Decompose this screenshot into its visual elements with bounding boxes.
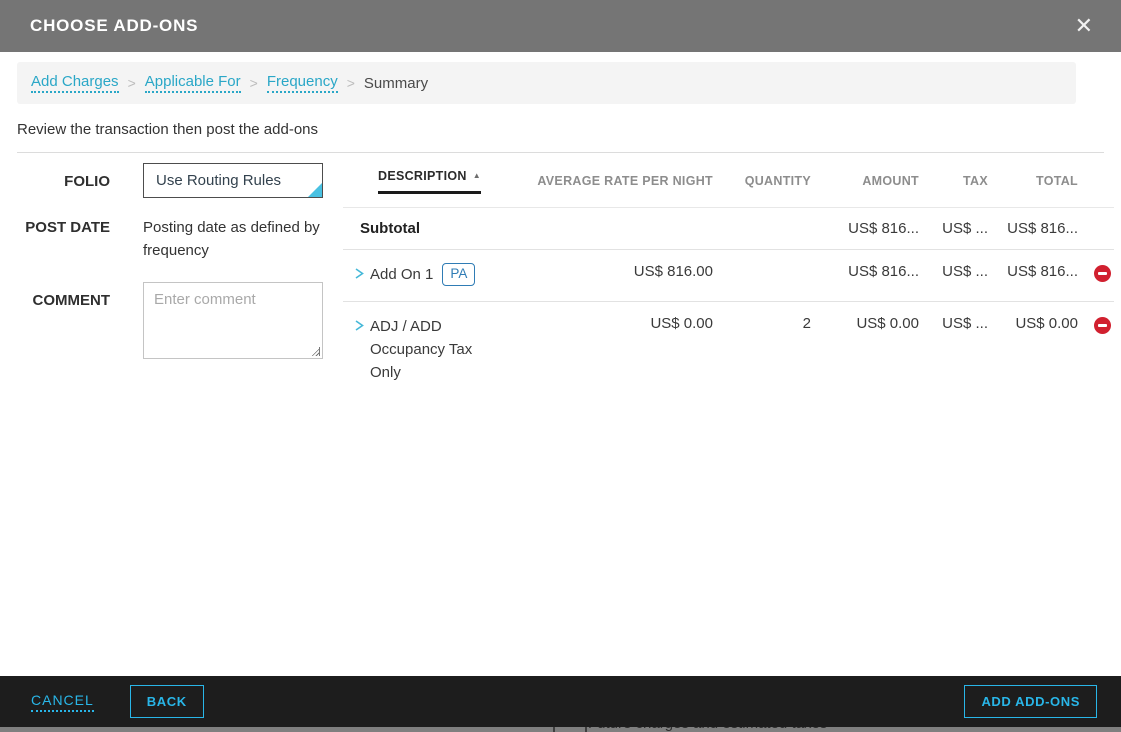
column-header-quantity[interactable]: QUANTITY	[713, 174, 811, 188]
instruction-text: Review the transaction then post the add…	[17, 121, 318, 138]
table-row-subtotal: Subtotal US$ 816... US$ ... US$ 816...	[343, 208, 1114, 250]
folio-select[interactable]: Use Routing Rules	[143, 163, 323, 198]
folio-row: FOLIO Use Routing Rules	[17, 163, 327, 198]
addon-avg-rate: US$ 816.00	[523, 263, 713, 280]
column-header-tax[interactable]: TAX	[919, 174, 988, 188]
folio-label: FOLIO	[17, 163, 110, 198]
resize-handle-icon[interactable]	[311, 347, 320, 356]
subtotal-label: Subtotal	[343, 220, 523, 237]
addon-name: Add On 1	[370, 263, 433, 286]
modal-header: CHOOSE ADD-ONS ✕	[0, 0, 1121, 52]
subtotal-total: US$ 816...	[988, 220, 1078, 237]
comment-textarea[interactable]	[143, 282, 323, 359]
table-row-add-on-1: Add On 1 PA US$ 816.00 US$ 816... US$ ..…	[343, 250, 1114, 302]
minus-icon	[1098, 272, 1107, 275]
addon-name: ADJ / ADD Occupancy Tax Only	[370, 315, 486, 384]
addon-tax: US$ ...	[919, 263, 988, 280]
column-header-description-label: DESCRIPTION	[378, 169, 467, 183]
addon-avg-rate: US$ 0.00	[523, 315, 713, 332]
breadcrumb-separator: >	[347, 75, 355, 91]
post-date-row: POST DATE Posting date as defined by fre…	[17, 214, 327, 262]
breadcrumb-separator: >	[250, 75, 258, 91]
addon-tax: US$ ...	[919, 315, 988, 332]
addon-quantity: 2	[713, 315, 811, 332]
pa-badge: PA	[442, 263, 475, 286]
breadcrumb-link-add-charges[interactable]: Add Charges	[31, 73, 119, 93]
folio-select-value: Use Routing Rules	[156, 172, 281, 189]
breadcrumb: Add Charges > Applicable For > Frequency…	[17, 62, 1076, 104]
back-button[interactable]: BACK	[130, 685, 204, 718]
remove-addon-button[interactable]	[1094, 317, 1111, 334]
modal-footer: CANCEL BACK ADD ADD-ONS	[0, 676, 1121, 727]
column-header-total[interactable]: TOTAL	[988, 174, 1078, 188]
comment-row: COMMENT	[17, 282, 327, 359]
table-row-adj-add-occupancy-tax: ADJ / ADD Occupancy Tax Only US$ 0.00 2 …	[343, 302, 1114, 404]
add-addons-button[interactable]: ADD ADD-ONS	[964, 685, 1097, 718]
dropdown-corner-icon	[308, 183, 322, 197]
post-date-value: Posting date as defined by frequency	[143, 214, 323, 262]
close-icon[interactable]: ✕	[1069, 13, 1099, 39]
subtotal-amount: US$ 816...	[811, 220, 919, 237]
content-divider	[17, 152, 1104, 153]
background-partial-text: Future charges and estimated taxes	[588, 727, 827, 732]
addons-table: DESCRIPTION ▲ AVERAGE RATE PER NIGHT QUAN…	[343, 155, 1114, 404]
sort-ascending-icon: ▲	[473, 171, 481, 180]
table-header-row: DESCRIPTION ▲ AVERAGE RATE PER NIGHT QUAN…	[343, 155, 1114, 208]
breadcrumb-separator: >	[128, 75, 136, 91]
modal-title: CHOOSE ADD-ONS	[30, 16, 198, 36]
minus-icon	[1098, 324, 1107, 327]
dimmed-background-strip: Future charges and estimated taxes	[0, 727, 1121, 732]
form-panel: FOLIO Use Routing Rules POST DATE Postin…	[17, 163, 327, 359]
cancel-link[interactable]: CANCEL	[31, 692, 94, 712]
subtotal-tax: US$ ...	[919, 220, 988, 237]
expand-chevron-icon[interactable]	[352, 265, 367, 282]
remove-addon-button[interactable]	[1094, 265, 1111, 282]
background-table-line	[553, 727, 555, 732]
breadcrumb-current-summary: Summary	[364, 75, 428, 92]
breadcrumb-link-applicable-for[interactable]: Applicable For	[145, 73, 241, 93]
expand-chevron-icon[interactable]	[352, 317, 367, 334]
column-header-avg-rate[interactable]: AVERAGE RATE PER NIGHT	[523, 174, 713, 188]
breadcrumb-link-frequency[interactable]: Frequency	[267, 73, 338, 93]
column-header-amount[interactable]: AMOUNT	[811, 174, 919, 188]
background-table-line	[585, 727, 587, 732]
column-header-description[interactable]: DESCRIPTION ▲	[343, 169, 523, 194]
comment-label: COMMENT	[17, 282, 110, 359]
post-date-label: POST DATE	[17, 214, 110, 262]
addon-total: US$ 0.00	[988, 315, 1078, 332]
addon-total: US$ 816...	[988, 263, 1078, 280]
addon-amount: US$ 0.00	[811, 315, 919, 332]
addon-amount: US$ 816...	[811, 263, 919, 280]
